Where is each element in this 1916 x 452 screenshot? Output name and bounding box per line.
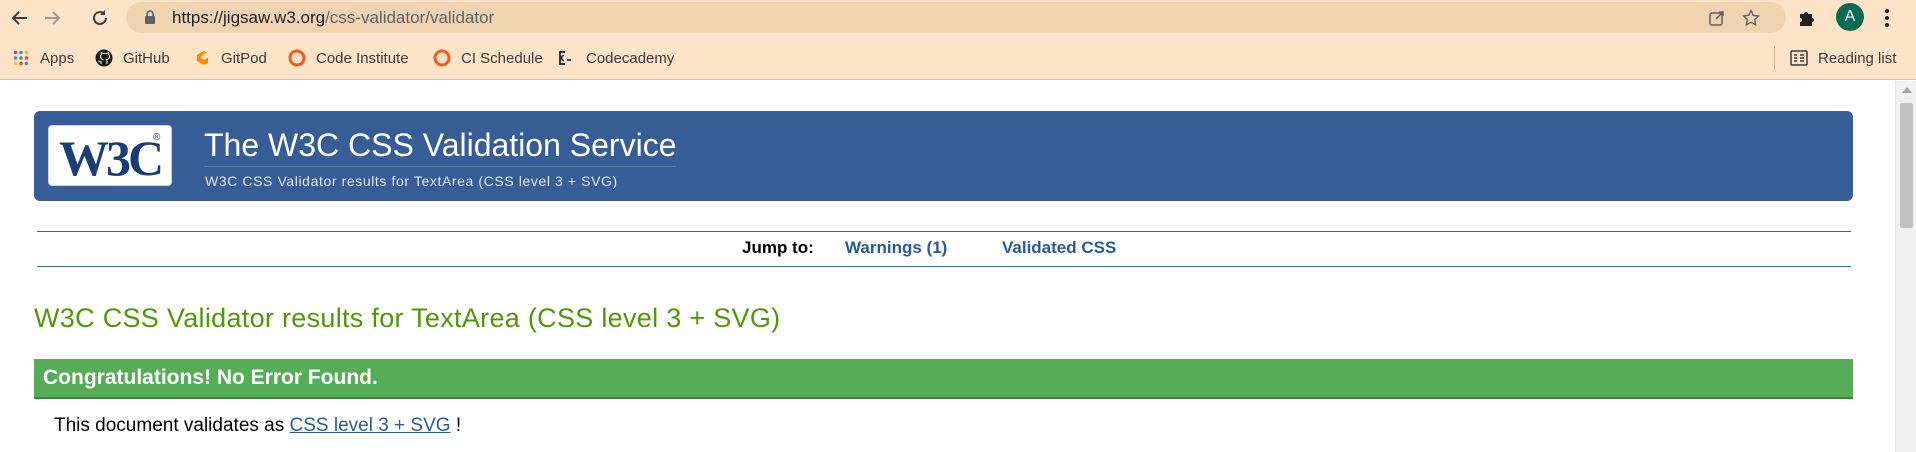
validation-statement: This document validates as CSS level 3 +… [54, 415, 461, 437]
scroll-thumb[interactable] [1900, 103, 1913, 228]
header-banner: W3C ® The W3C CSS Validation Service W3C… [34, 111, 1853, 201]
vertical-scrollbar[interactable] [1895, 81, 1916, 452]
results-heading: W3C CSS Validator results for TextArea (… [34, 303, 781, 333]
github-icon [95, 49, 113, 67]
validates-suffix: ! [455, 415, 462, 436]
share-icon[interactable] [1706, 7, 1728, 29]
gitpod-icon [193, 49, 211, 67]
bookmark-apps[interactable]: Apps [12, 47, 74, 69]
forward-arrow-icon [45, 11, 61, 25]
back-button[interactable] [4, 4, 36, 32]
page-title[interactable]: The W3C CSS Validation Service [204, 127, 677, 167]
address-bar[interactable]: https://jigsaw.w3.org/css-validator/vali… [126, 2, 1786, 33]
bookmark-github[interactable]: GitHub [95, 47, 170, 69]
bookmark-label: Codecademy [586, 49, 675, 67]
page-subtitle: W3C CSS Validator results for TextArea (… [205, 173, 618, 189]
reload-button[interactable] [84, 4, 116, 32]
bookmarks-separator [1774, 46, 1775, 70]
reading-list-icon [1790, 49, 1808, 67]
logo-text: W3C [59, 130, 164, 186]
lock-icon [145, 10, 155, 24]
warnings-link[interactable]: Warnings (1) [845, 238, 947, 258]
browser-toolbar: https://jigsaw.w3.org/css-validator/vali… [0, 0, 1916, 36]
bookmark-label: GitPod [221, 49, 267, 67]
more-menu-icon[interactable] [1876, 7, 1898, 29]
bookmark-label: Apps [40, 49, 75, 67]
jump-label: Jump to: [742, 238, 814, 257]
reading-list-button[interactable]: Reading list [1790, 47, 1896, 69]
bookmark-label: Code Institute [316, 49, 409, 67]
profile-avatar[interactable]: A [1836, 3, 1864, 31]
validates-prefix: This document validates as [54, 415, 285, 436]
bookmark-codecademy[interactable]: Codecademy [558, 47, 674, 69]
success-message: Congratulations! No Error Found. [43, 366, 378, 389]
reading-list-label: Reading list [1818, 49, 1897, 67]
extensions-puzzle-icon[interactable] [1796, 7, 1818, 29]
reload-icon [93, 10, 107, 25]
bookmark-label: CI Schedule [461, 49, 543, 67]
bookmarks-bar: Apps GitHub GitPod Code Institute CI Sch… [0, 36, 1916, 80]
jump-navigation: Jump to: Warnings (1) Validated CSS [37, 231, 1851, 267]
bookmark-code-institute[interactable]: Code Institute [288, 47, 409, 69]
forward-button[interactable] [36, 4, 68, 32]
bookmark-label: GitHub [123, 49, 170, 67]
bookmark-star-icon[interactable] [1740, 7, 1762, 29]
ci-schedule-icon [433, 49, 451, 67]
url-host: https://jigsaw.w3.org [172, 8, 326, 27]
bookmark-gitpod[interactable]: GitPod [193, 47, 267, 69]
bookmark-ci-schedule[interactable]: CI Schedule [433, 47, 543, 69]
w3c-logo[interactable]: W3C ® [48, 125, 172, 186]
css-profile-link[interactable]: CSS level 3 + SVG [290, 415, 451, 436]
url-path: /css-validator/validator [325, 8, 495, 27]
back-arrow-icon [11, 11, 27, 25]
apps-grid-icon [12, 49, 30, 67]
codecademy-icon [558, 49, 576, 67]
code-institute-icon [288, 49, 306, 67]
validated-css-link[interactable]: Validated CSS [1002, 238, 1116, 258]
url-text: https://jigsaw.w3.org/css-validator/vali… [172, 8, 494, 28]
scroll-up-arrow-icon[interactable] [1902, 87, 1912, 93]
page-content: W3C ® The W3C CSS Validation Service W3C… [0, 81, 1895, 452]
success-banner: Congratulations! No Error Found. [34, 359, 1853, 399]
logo-registered-mark: ® [153, 132, 161, 143]
